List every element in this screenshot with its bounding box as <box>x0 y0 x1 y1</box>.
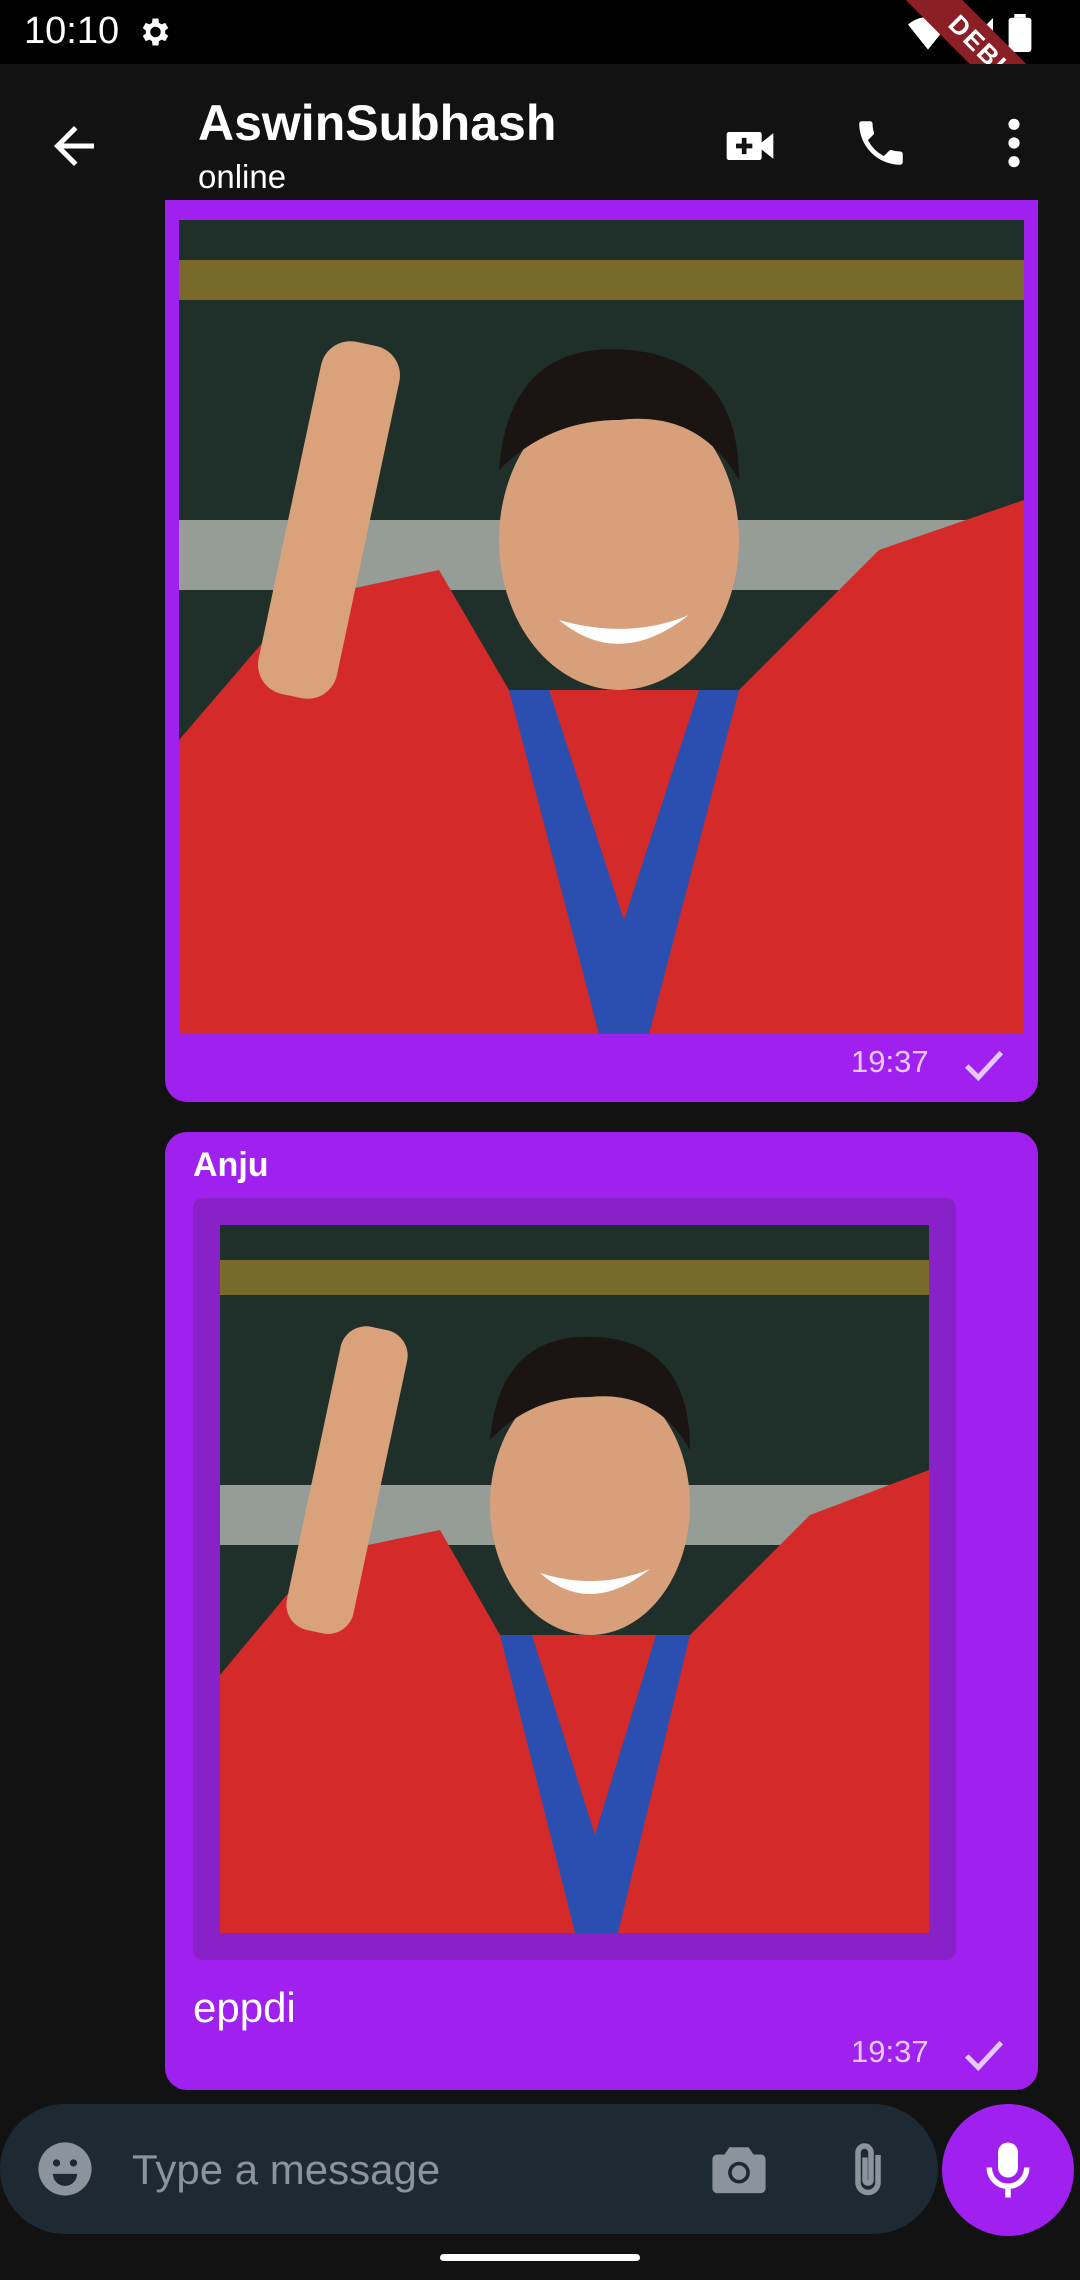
chat-header: AswinSubhash online <box>0 64 1080 220</box>
settings-gear-icon <box>136 14 172 55</box>
message-input[interactable] <box>130 2136 674 2204</box>
contact-status: online <box>198 158 287 195</box>
message-text: eppdi <box>193 1984 296 2031</box>
photo-frame <box>193 1198 956 1960</box>
status-time: 10:10 <box>24 10 120 52</box>
photo-image <box>220 1225 929 1933</box>
phone-icon <box>859 121 903 165</box>
back-button[interactable] <box>44 116 104 176</box>
message-composer <box>0 2104 938 2234</box>
sent-check-icon <box>961 2036 1007 2081</box>
more-options-button[interactable] <box>1000 114 1028 177</box>
gesture-nav-handle[interactable] <box>440 2254 640 2261</box>
voice-record-button[interactable] <box>942 2104 1074 2236</box>
video-call-button[interactable] <box>722 118 778 179</box>
message-photo[interactable] <box>179 220 1024 1034</box>
camera-icon <box>712 2147 766 2194</box>
more-vert-icon <box>1008 118 1020 168</box>
arrow-left-icon <box>54 126 94 166</box>
contact-name[interactable]: AswinSubhash <box>198 94 556 152</box>
sent-check-icon <box>961 1046 1007 1091</box>
message-photo[interactable] <box>220 1225 929 1933</box>
message-time: 19:37 <box>851 1044 929 1079</box>
message-bubble[interactable]: 19:37 <box>165 200 1038 1102</box>
camera-button[interactable] <box>710 2142 768 2201</box>
sender-name: Anju <box>193 1146 269 1184</box>
message-time: 19:37 <box>851 2034 929 2069</box>
attach-button[interactable] <box>848 2140 888 2205</box>
paperclip-icon <box>855 2143 881 2196</box>
emoji-icon <box>38 2142 92 2196</box>
voice-call-button[interactable] <box>852 114 910 177</box>
message-bubble[interactable]: Anju eppdi 19:37 <box>165 1132 1038 2090</box>
microphone-icon <box>986 2142 1030 2198</box>
emoji-button[interactable] <box>36 2140 94 2203</box>
photo-image <box>179 220 1024 1034</box>
video-call-icon <box>726 132 774 160</box>
